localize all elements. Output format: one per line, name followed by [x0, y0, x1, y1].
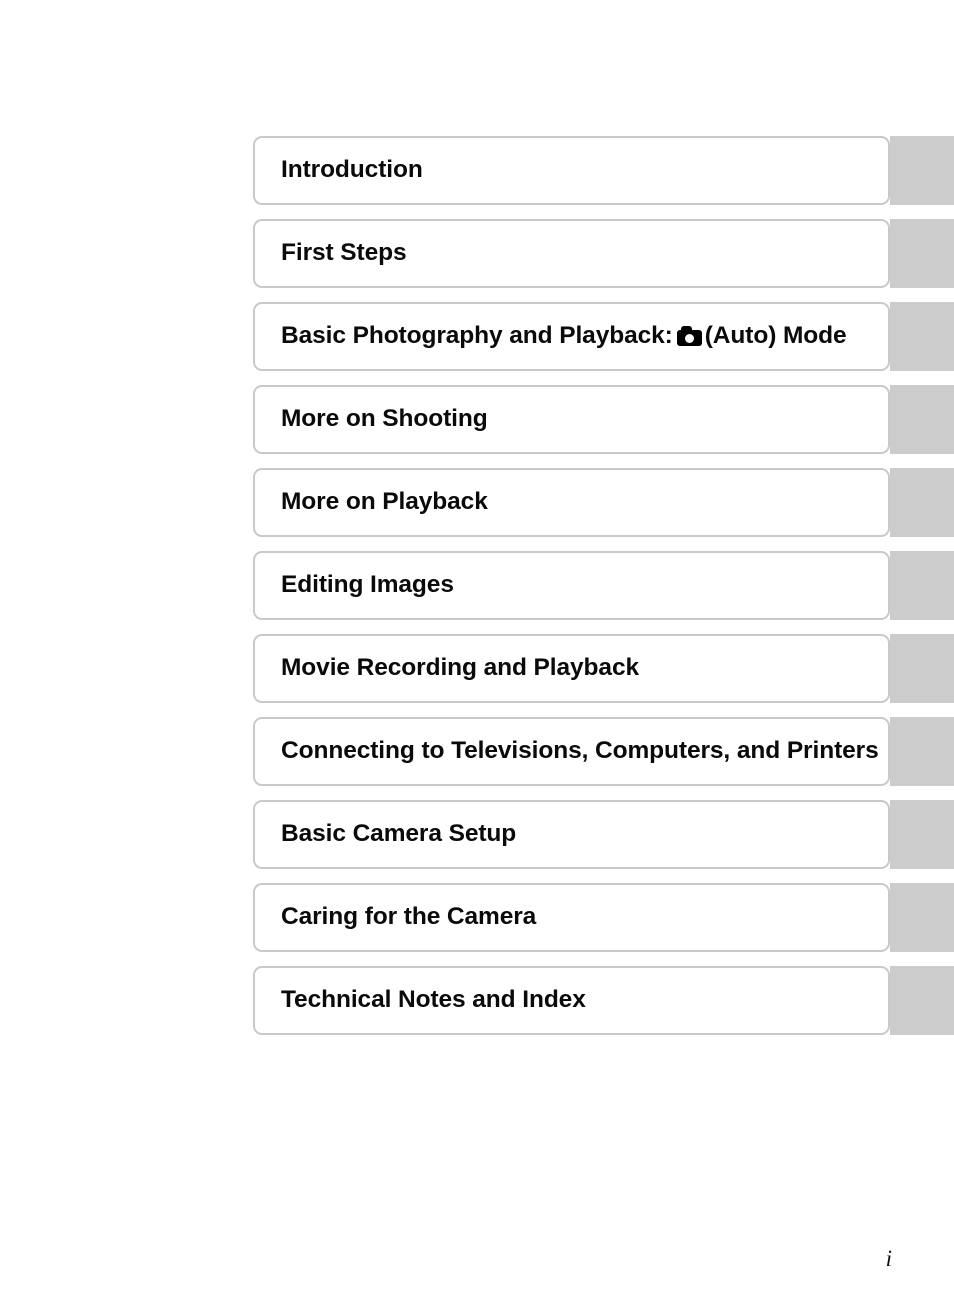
chapter-box-editing-images[interactable]: Editing Images [253, 551, 890, 620]
chapter-thumb-tab[interactable] [890, 800, 954, 869]
chapter-box-introduction[interactable]: Introduction [253, 136, 890, 205]
chapter-title-prefix: Basic Photography and Playback: [281, 322, 673, 350]
chapter-thumb-tab[interactable] [890, 634, 954, 703]
camera-icon [676, 326, 702, 347]
chapter-title: Technical Notes and Index [281, 986, 586, 1014]
chapter-row[interactable]: Introduction [253, 136, 954, 205]
chapter-title: First Steps [281, 239, 407, 267]
chapter-title: Movie Recording and Playback [281, 654, 640, 682]
chapter-box-basic-camera-setup[interactable]: Basic Camera Setup [253, 800, 890, 869]
chapter-title: More on Playback [281, 488, 488, 516]
chapter-thumb-tab[interactable] [890, 551, 954, 620]
chapter-title: Editing Images [281, 571, 454, 599]
chapter-box-connecting-to-televisions-computers-and-printers[interactable]: Connecting to Televisions, Computers, an… [253, 717, 890, 786]
chapter-row[interactable]: Technical Notes and Index [253, 966, 954, 1035]
chapter-box-movie-recording-and-playback[interactable]: Movie Recording and Playback [253, 634, 890, 703]
chapter-box-basic-photography-and-playback[interactable]: Basic Photography and Playback: (Auto) Mo… [253, 302, 890, 371]
chapter-index-list: Introduction First Steps Basic Photograp… [253, 136, 954, 1035]
chapter-title: Caring for the Camera [281, 903, 537, 931]
chapter-thumb-tab[interactable] [890, 966, 954, 1035]
chapter-row[interactable]: Basic Camera Setup [253, 800, 954, 869]
chapter-title: More on Shooting [281, 405, 488, 433]
chapter-row[interactable]: First Steps [253, 219, 954, 288]
chapter-thumb-tab[interactable] [890, 717, 954, 786]
chapter-box-more-on-shooting[interactable]: More on Shooting [253, 385, 890, 454]
chapter-row[interactable]: Editing Images [253, 551, 954, 620]
chapter-title: Basic Camera Setup [281, 820, 517, 848]
chapter-row[interactable]: Connecting to Televisions, Computers, an… [253, 717, 954, 786]
chapter-box-first-steps[interactable]: First Steps [253, 219, 890, 288]
chapter-title-suffix: (Auto) Mode [704, 322, 847, 350]
chapter-thumb-tab[interactable] [890, 883, 954, 952]
chapter-thumb-tab[interactable] [890, 136, 954, 205]
chapter-box-caring-for-the-camera[interactable]: Caring for the Camera [253, 883, 890, 952]
page-number: i [885, 1246, 892, 1271]
document-page: Introduction First Steps Basic Photograp… [0, 0, 954, 1314]
chapter-row[interactable]: More on Shooting [253, 385, 954, 454]
chapter-box-more-on-playback[interactable]: More on Playback [253, 468, 890, 537]
chapter-row[interactable]: More on Playback [253, 468, 954, 537]
chapter-thumb-tab[interactable] [890, 385, 954, 454]
chapter-title: Introduction [281, 156, 423, 184]
chapter-title: Connecting to Televisions, Computers, an… [281, 737, 879, 765]
chapter-row[interactable]: Caring for the Camera [253, 883, 954, 952]
chapter-thumb-tab[interactable] [890, 468, 954, 537]
chapter-thumb-tab[interactable] [890, 219, 954, 288]
chapter-row[interactable]: Movie Recording and Playback [253, 634, 954, 703]
chapter-title: Basic Photography and Playback: (Auto) Mo… [255, 322, 861, 350]
chapter-thumb-tab[interactable] [890, 302, 954, 371]
chapter-box-technical-notes-and-index[interactable]: Technical Notes and Index [253, 966, 890, 1035]
chapter-row[interactable]: Basic Photography and Playback: (Auto) Mo… [253, 302, 954, 371]
